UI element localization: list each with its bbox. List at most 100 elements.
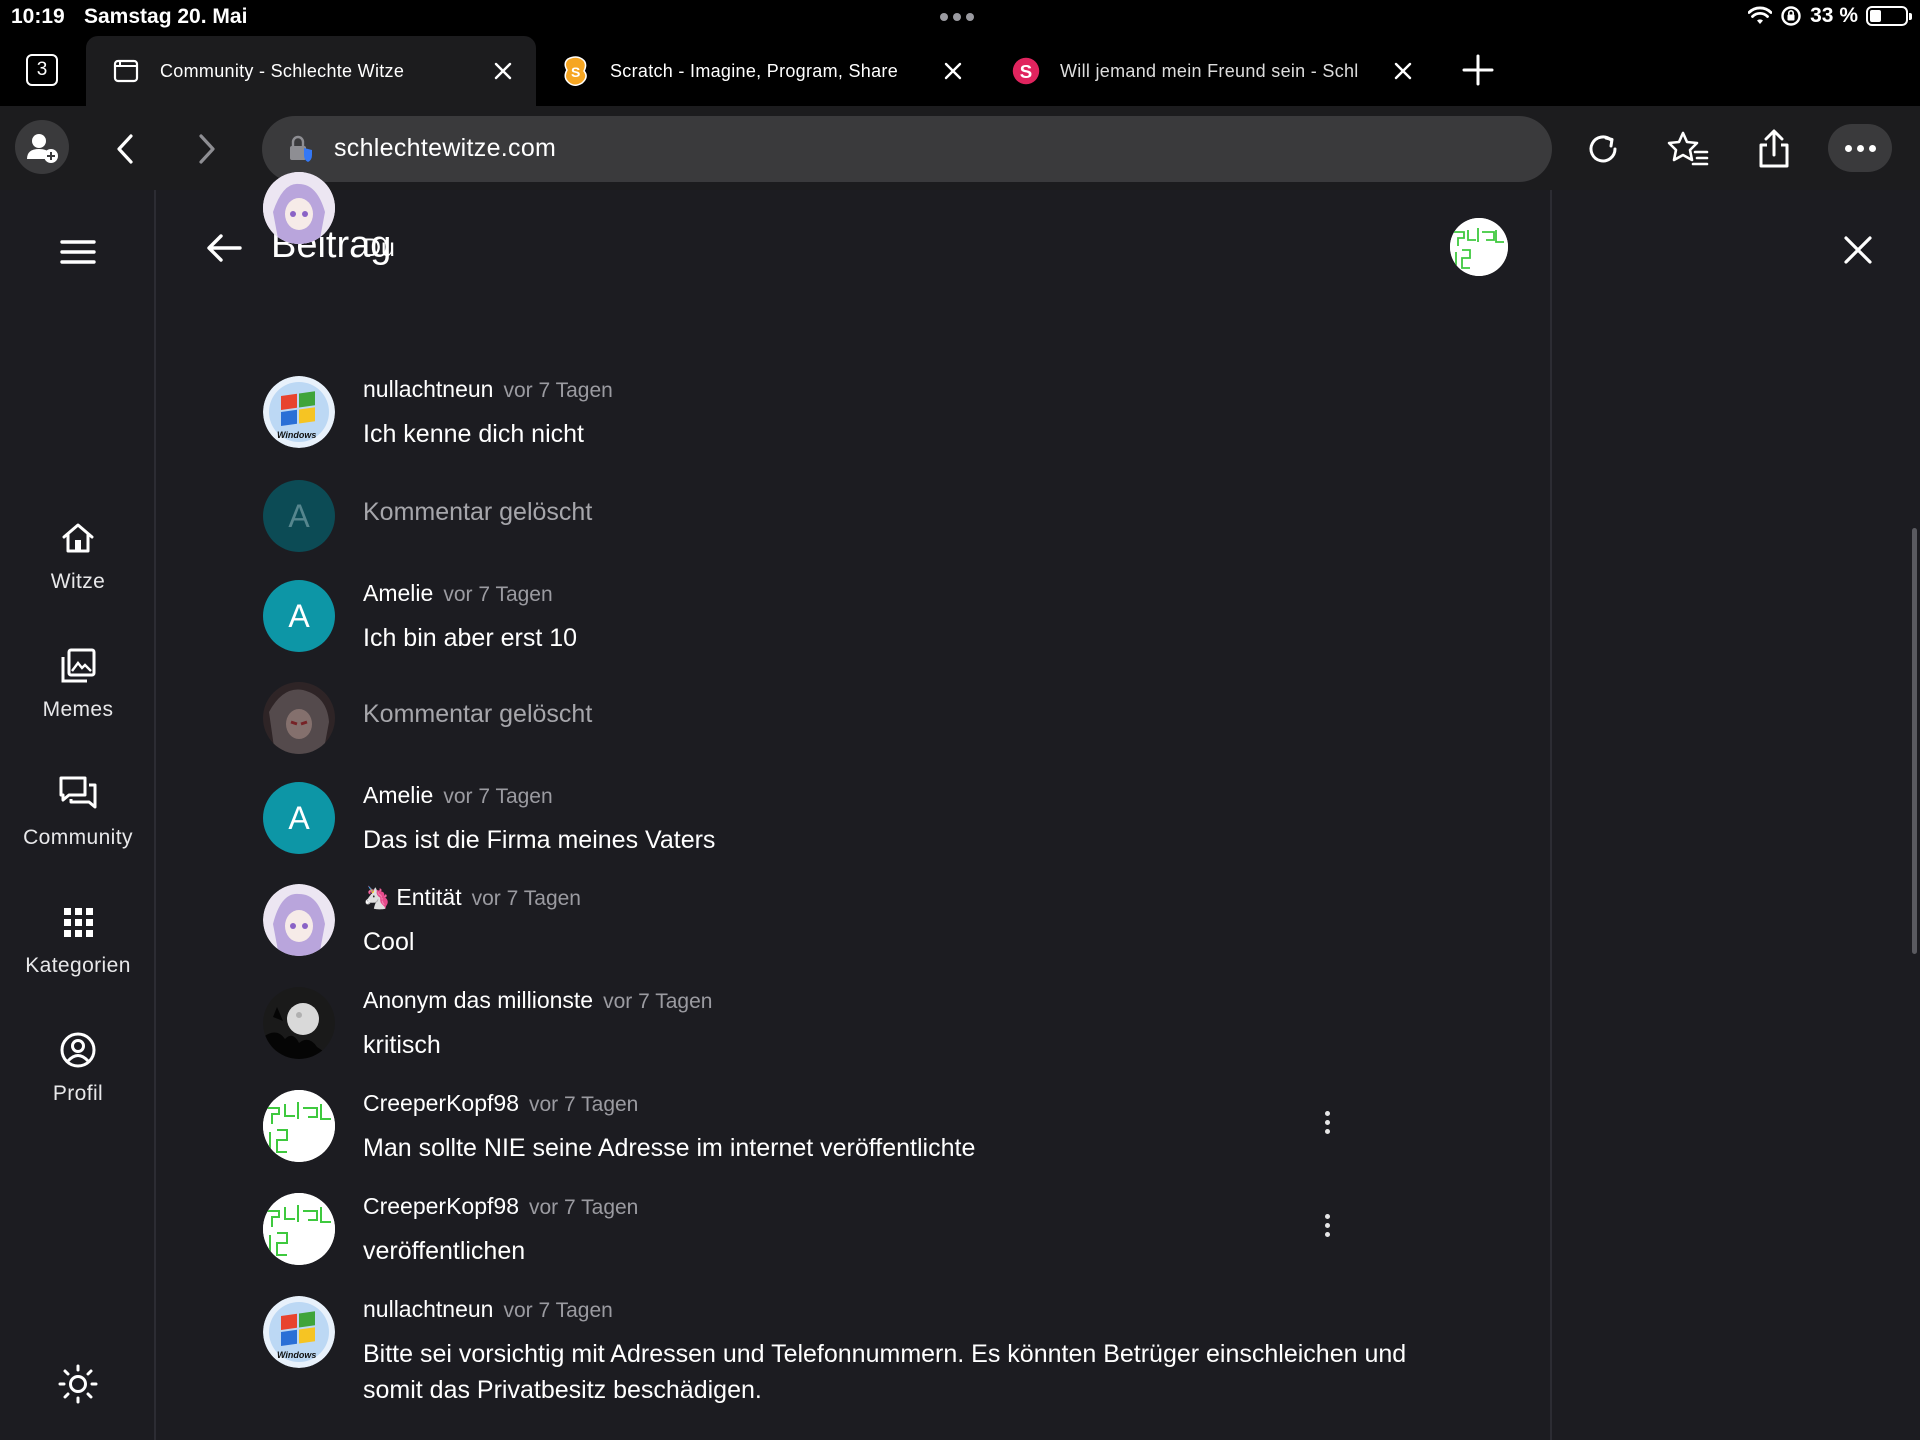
scrollbar[interactable]	[1912, 528, 1917, 954]
svg-text:Windows: Windows	[277, 430, 316, 440]
comment-meta: 🦄 Entität vor 7 Tagen	[363, 884, 581, 911]
comment-text: kritisch	[363, 1031, 441, 1059]
comment-text: Ich kenne dich nicht	[363, 420, 584, 448]
sidebar-item-label: Kategorien	[25, 954, 131, 977]
tab-title: Will jemand mein Freund sein - Schl	[1060, 60, 1359, 81]
close-tab-icon[interactable]	[1390, 58, 1416, 84]
comment-author[interactable]: CreeperKopf98	[363, 1090, 519, 1116]
comment-time: vor 7 Tagen	[603, 990, 713, 1013]
comment-time: vor 7 Tagen	[529, 1196, 639, 1219]
windows-avatar[interactable]: Windows	[263, 376, 335, 448]
tab-bar: 3 Community - Schlechte Witze S Scratch …	[0, 34, 1920, 106]
comment-meta: Amelie vor 7 Tagen	[363, 580, 553, 607]
comment-author[interactable]: Amelie	[363, 580, 433, 606]
profile-icon	[60, 1032, 96, 1068]
tab-freund[interactable]: S Will jemand mein Freund sein - Schl	[986, 36, 1436, 106]
svg-text:Windows: Windows	[277, 1350, 316, 1360]
sidebar-item-memes[interactable]: Memes	[0, 646, 156, 756]
tab-scratch[interactable]: S Scratch - Imagine, Program, Share	[536, 36, 986, 106]
comment-item: 🦄 Entität vor 7 Tagen Cool	[263, 884, 1463, 964]
comment-meta: nullachtneun vor 7 Tagen	[363, 376, 613, 403]
comment-time: vor 7 Tagen	[443, 785, 553, 808]
comment-menu-icon[interactable]	[1315, 1104, 1339, 1140]
comment-author[interactable]: Entität	[396, 884, 461, 910]
sun-icon[interactable]	[56, 1362, 100, 1406]
comment-item: A Amelie vor 7 Tagen Das ist die Firma me…	[263, 782, 1463, 862]
favorites-button[interactable]	[1660, 122, 1716, 176]
windows-avatar[interactable]: Windows	[263, 1296, 335, 1368]
letter-avatar[interactable]: A	[263, 580, 335, 652]
battery-level	[1870, 10, 1881, 22]
comment-author[interactable]: nullachtneun	[363, 376, 493, 402]
status-bar: 10:19 Samstag 20. Mai 33 %	[0, 0, 1920, 34]
star-list-icon	[1667, 131, 1709, 166]
back-button[interactable]	[98, 122, 154, 176]
close-tab-icon[interactable]	[940, 58, 966, 84]
anime-avatar[interactable]	[263, 172, 335, 244]
comment-author[interactable]: Anonym das millionste	[363, 987, 593, 1013]
profile-button[interactable]	[14, 120, 70, 174]
share-icon	[1759, 129, 1789, 168]
svg-text:S: S	[1020, 61, 1032, 82]
add-profile-icon	[15, 120, 69, 174]
close-tab-icon[interactable]	[490, 58, 516, 84]
sidebar-item-label: Witze	[50, 570, 106, 593]
comment-deleted-text: Kommentar gelöscht	[363, 700, 593, 728]
tab-title: Community - Schlechte Witze	[160, 60, 405, 81]
post-panel: Beitrag Du Windows nullachtneun vor 7 Tag…	[158, 172, 1550, 1440]
comment-author[interactable]: nullachtneun	[363, 1296, 493, 1322]
comment-text: Ich bin aber erst 10	[363, 624, 578, 652]
creeper-avatar[interactable]	[263, 1193, 335, 1265]
anime-avatar[interactable]	[263, 884, 335, 956]
tab-overview-button[interactable]: 3	[26, 54, 58, 86]
reload-button[interactable]	[1575, 122, 1631, 176]
letter-avatar: A	[263, 480, 335, 552]
chat-icon	[59, 776, 97, 809]
letter-avatar[interactable]: A	[263, 782, 335, 854]
more-options-button[interactable]	[1828, 124, 1892, 172]
grid-icon	[64, 908, 93, 937]
status-time: 10:19	[11, 5, 65, 28]
tab-community[interactable]: Community - Schlechte Witze	[86, 36, 536, 106]
chevron-left-icon	[117, 134, 133, 164]
arrow-left-icon[interactable]	[202, 226, 246, 270]
url-text: schlechtewitze.com	[334, 134, 557, 162]
sidebar-item-label: Memes	[42, 698, 114, 721]
comment-text: Bitte sei vorsichtig mit Adressen und Te…	[363, 1340, 1407, 1404]
comment-time: vor 7 Tagen	[503, 1299, 613, 1322]
comment-item: Du	[263, 172, 1463, 262]
multitasking-dots-icon[interactable]	[940, 13, 974, 21]
new-tab-icon[interactable]	[1462, 54, 1494, 86]
share-button[interactable]	[1746, 122, 1802, 176]
menu-icon[interactable]	[56, 232, 100, 272]
comment-time: vor 7 Tagen	[471, 887, 581, 910]
comment-menu-icon[interactable]	[1315, 1207, 1339, 1243]
comment-meta: CreeperKopf98 vor 7 Tagen	[363, 1090, 638, 1117]
comment-author[interactable]: Amelie	[363, 782, 433, 808]
page-icon	[112, 57, 140, 85]
comment-item: CreeperKopf98 vor 7 Tagen veröffentlichen	[263, 1193, 1463, 1273]
sidebar-item-profil[interactable]: Profil	[0, 1030, 156, 1140]
comment-text: Du	[363, 234, 395, 262]
moon-avatar[interactable]	[263, 987, 335, 1059]
sidebar-item-kategorien[interactable]: Kategorien	[0, 902, 156, 1012]
comment-item-deleted: Kommentar gelöscht	[263, 682, 1463, 754]
battery-percent: 33 %	[1810, 4, 1858, 27]
comment-item: CreeperKopf98 vor 7 Tagen Man sollte NIE …	[263, 1090, 1463, 1170]
sidebar-item-witze[interactable]: Witze	[0, 518, 156, 628]
battery-icon	[1866, 6, 1912, 26]
comment-author[interactable]: CreeperKopf98	[363, 1193, 519, 1219]
comment-meta: Amelie vor 7 Tagen	[363, 782, 553, 809]
comment-meta: CreeperKopf98 vor 7 Tagen	[363, 1193, 638, 1220]
comment-time: vor 7 Tagen	[443, 583, 553, 606]
comment-item: Windows nullachtneun vor 7 Tagen Bitte se…	[263, 1296, 1463, 1416]
sidebar-item-community[interactable]: Community	[0, 774, 156, 884]
status-date: Samstag 20. Mai	[84, 5, 248, 28]
comment-meta: nullachtneun vor 7 Tagen	[363, 1296, 613, 1323]
close-icon[interactable]	[1838, 230, 1878, 270]
creeper-avatar[interactable]	[263, 1090, 335, 1162]
chevron-right-icon	[199, 134, 215, 164]
image-icon	[61, 648, 96, 683]
forward-button[interactable]	[178, 122, 234, 176]
tab-title: Scratch - Imagine, Program, Share	[610, 60, 899, 81]
